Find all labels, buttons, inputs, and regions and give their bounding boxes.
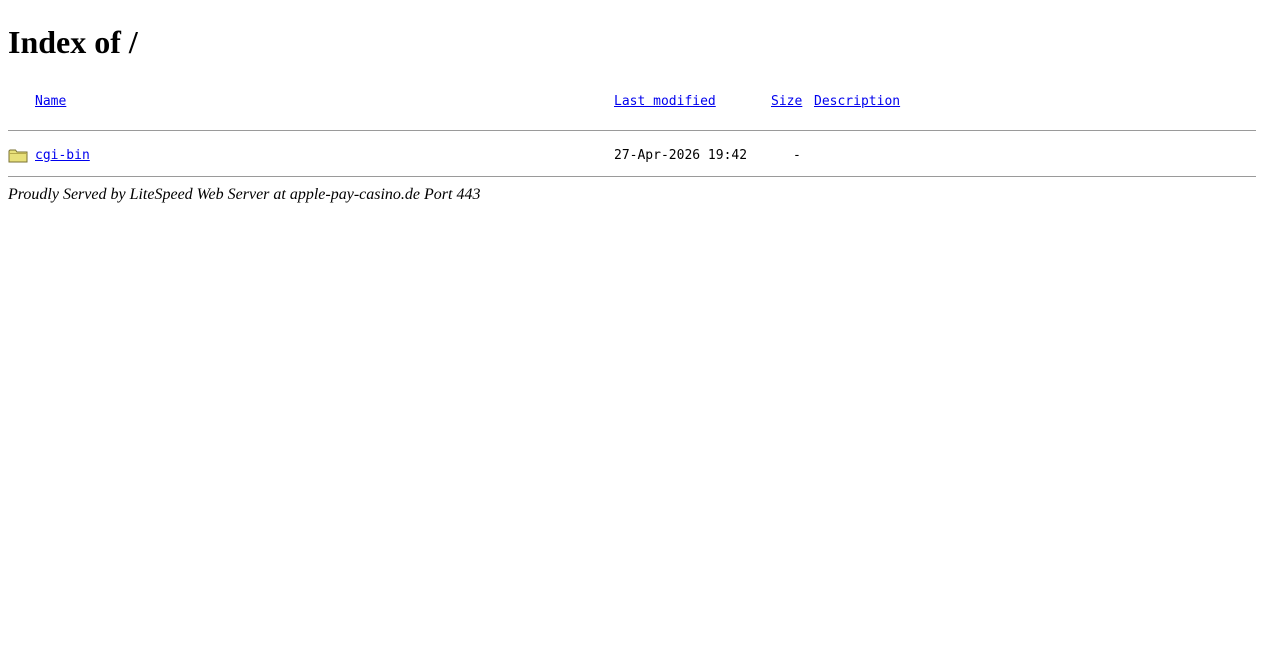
footer-divider <box>8 176 1256 177</box>
header-row: Name Last modified Size Description <box>8 94 1256 110</box>
header-divider <box>8 130 1256 131</box>
table-row: cgi-bin 27-Apr-2026 19:42 - <box>8 148 1256 164</box>
sort-by-last-modified-link[interactable]: Last modified <box>614 94 716 110</box>
sort-by-name-link[interactable]: Name <box>35 94 66 110</box>
page-title: Index of / <box>8 24 138 60</box>
sort-by-description-link[interactable]: Description <box>814 94 900 110</box>
server-signature: Proudly Served by LiteSpeed Web Server a… <box>8 186 481 203</box>
folder-icon <box>8 148 28 163</box>
entry-name-link[interactable]: cgi-bin <box>35 148 90 164</box>
entry-size: - <box>793 148 801 163</box>
entry-last-modified: 27-Apr-2026 19:42 <box>614 148 748 163</box>
sort-by-size-link[interactable]: Size <box>771 94 802 110</box>
directory-listing: Name Last modified Size Description cgi-… <box>8 94 1256 177</box>
